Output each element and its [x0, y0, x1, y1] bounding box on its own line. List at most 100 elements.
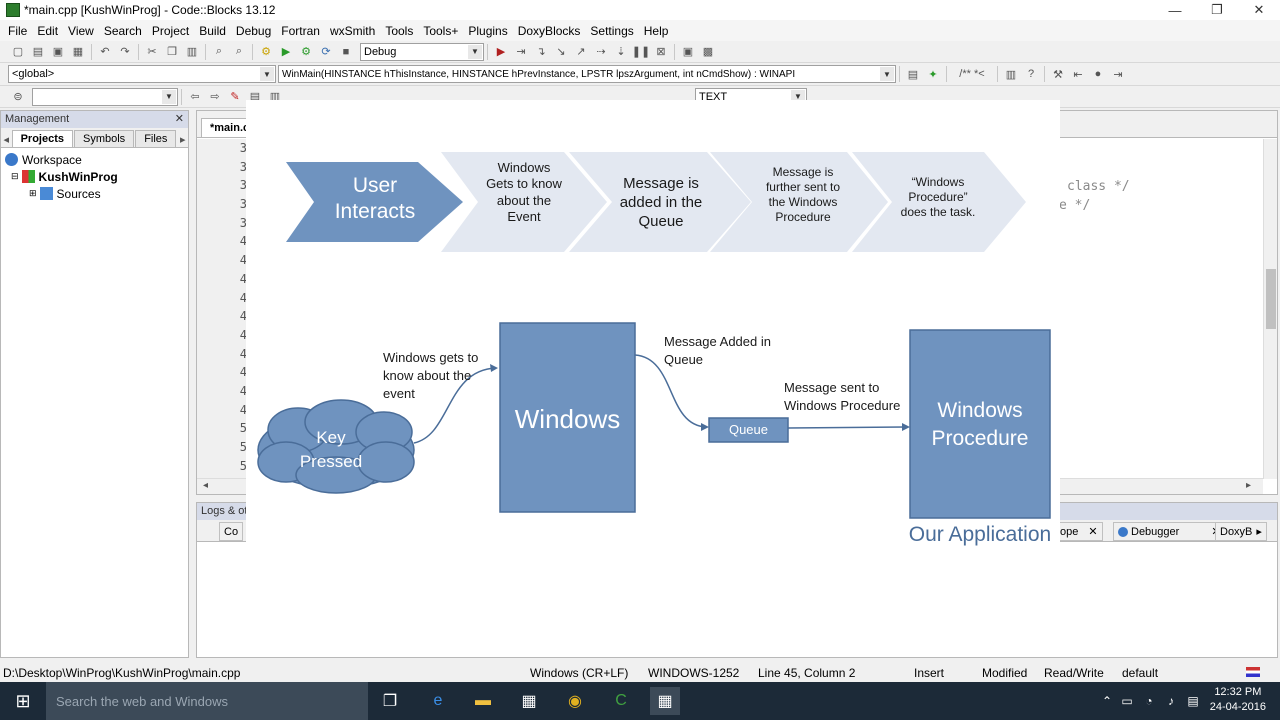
menu-doxyblocks[interactable]: DoxyBlocks: [513, 24, 586, 38]
log-tab-scope[interactable]: ope ✕: [1055, 522, 1103, 541]
status-profile: default: [1122, 666, 1159, 680]
chevron-right-icon[interactable]: ▸: [1256, 525, 1262, 538]
chevron-left-icon[interactable]: ◂: [3, 131, 10, 147]
log-tab-doxyblocks[interactable]: DoxyB ▸: [1215, 522, 1267, 541]
copy-icon[interactable]: ❐: [164, 44, 180, 60]
close-button[interactable]: ✕: [1238, 0, 1280, 20]
menu-search[interactable]: Search: [99, 24, 147, 38]
menu-plugins[interactable]: Plugins: [463, 24, 512, 38]
doc-icon[interactable]: ▥: [1003, 66, 1019, 82]
build-target-select[interactable]: Debug ▼: [360, 42, 484, 61]
nav-forward-icon[interactable]: ⇨: [207, 89, 223, 105]
menu-settings[interactable]: Settings: [585, 24, 638, 38]
next-line-icon[interactable]: ↴: [533, 44, 549, 60]
menu-fortran[interactable]: Fortran: [276, 24, 325, 38]
clock-date: 24-04-2016: [1209, 701, 1266, 713]
various-info-icon[interactable]: ▩: [700, 44, 716, 60]
menu-view[interactable]: View: [63, 24, 99, 38]
scroll-right-icon[interactable]: ▸: [1246, 480, 1251, 491]
status-bar: D:\Desktop\WinProg\KushWinProg\main.cpp …: [0, 662, 1280, 682]
quick-search-input[interactable]: ▼: [32, 87, 178, 106]
comment-block-button[interactable]: /** *<: [952, 66, 992, 82]
log-tab-code[interactable]: Co: [219, 522, 244, 541]
abort-icon[interactable]: ■: [338, 44, 354, 60]
run-icon[interactable]: ▶: [278, 44, 294, 60]
close-icon[interactable]: ✕: [1088, 525, 1097, 538]
maximize-button[interactable]: ❐: [1196, 0, 1238, 20]
label-message-sent: Message sent to Windows Procedure: [784, 380, 901, 413]
expand-icon[interactable]: ⊞: [29, 188, 37, 199]
replace-icon[interactable]: ⌕: [231, 44, 247, 60]
next-instruction-icon[interactable]: ⇢: [593, 44, 609, 60]
highlight-icon[interactable]: ✎: [227, 89, 243, 105]
menu-wxsmith[interactable]: wxSmith: [325, 24, 380, 38]
build-icon[interactable]: ⚙: [258, 44, 274, 60]
jump-icon[interactable]: ✦: [925, 66, 941, 82]
notification-icon[interactable]: ▤: [1178, 687, 1208, 715]
windows-message-flow-diagram: [257, 152, 1051, 519]
function-select[interactable]: WinMain(HINSTANCE hThisInstance, HINSTAN…: [278, 65, 896, 83]
editor-vertical-scrollbar[interactable]: [1263, 139, 1277, 479]
menu-project[interactable]: Project: [147, 24, 194, 38]
step-into-icon[interactable]: ↘: [553, 44, 569, 60]
store-icon[interactable]: ▦: [514, 687, 544, 715]
rebuild-icon[interactable]: ⟳: [318, 44, 334, 60]
scope-select[interactable]: <global> ▼: [8, 65, 276, 83]
open-file-icon[interactable]: ▤: [30, 44, 46, 60]
taskbar-clock[interactable]: 12:32 PM 24-04-2016: [1210, 685, 1266, 715]
scroll-left-icon[interactable]: ◂: [203, 480, 208, 491]
camtasia-icon[interactable]: C: [606, 687, 636, 715]
tab-files[interactable]: Files: [135, 130, 177, 147]
forward-icon[interactable]: ⇥: [1110, 66, 1126, 82]
tree-item-sources[interactable]: ⊞ Sources: [5, 185, 184, 202]
tab-projects[interactable]: Projects: [11, 130, 73, 147]
step-out-icon[interactable]: ↗: [573, 44, 589, 60]
paste-icon[interactable]: ▥: [184, 44, 200, 60]
chevron-right-icon[interactable]: ▸: [179, 131, 186, 147]
undo-icon[interactable]: ↶: [97, 44, 113, 60]
run-to-cursor-icon[interactable]: ⇥: [513, 44, 529, 60]
stop-debug-icon[interactable]: ⊠: [653, 44, 669, 60]
log-tab-debugger[interactable]: Debugger ✕: [1113, 522, 1226, 541]
search-toggle-icon[interactable]: ⊜: [10, 89, 26, 105]
symbol-browser-icon[interactable]: ▤: [905, 66, 921, 82]
save-all-icon[interactable]: ▦: [70, 44, 86, 60]
start-button-windows-icon[interactable]: ⊞: [0, 682, 46, 720]
taskbar-search-input[interactable]: Search the web and Windows: [46, 682, 368, 720]
debug-start-icon[interactable]: ▶: [493, 44, 509, 60]
save-icon[interactable]: ▣: [50, 44, 66, 60]
project-icon: [21, 170, 35, 183]
menu-edit[interactable]: Edit: [32, 24, 63, 38]
pause-icon[interactable]: ❚❚: [632, 44, 650, 60]
build-run-icon[interactable]: ⚙: [298, 44, 314, 60]
tree-item-project[interactable]: ⊟ KushWinProg: [5, 168, 184, 185]
edge-browser-icon[interactable]: e: [423, 687, 453, 715]
redo-icon[interactable]: ↷: [117, 44, 133, 60]
tree-item-workspace[interactable]: Workspace: [5, 151, 184, 168]
menu-tools[interactable]: Tools: [380, 24, 418, 38]
wrench-icon[interactable]: ⚒: [1050, 66, 1066, 82]
bullet-icon[interactable]: ●: [1090, 66, 1106, 82]
cut-icon[interactable]: ✂: [144, 44, 160, 60]
debug-windows-icon[interactable]: ▣: [680, 44, 696, 60]
step-instruction-icon[interactable]: ⇣: [613, 44, 629, 60]
help-doc-icon[interactable]: ?: [1023, 66, 1039, 82]
nav-back-icon[interactable]: ⇦: [187, 89, 203, 105]
file-explorer-icon[interactable]: ▬: [468, 687, 498, 715]
menu-help[interactable]: Help: [639, 24, 674, 38]
menu-debug[interactable]: Debug: [231, 24, 276, 38]
minimize-button[interactable]: —: [1154, 0, 1196, 20]
find-icon[interactable]: ⌕: [211, 44, 227, 60]
chrome-icon[interactable]: ◉: [560, 687, 590, 715]
codeblocks-taskbar-icon[interactable]: ▦: [650, 687, 680, 715]
menu-tools-plus[interactable]: Tools+: [418, 24, 463, 38]
menu-build[interactable]: Build: [194, 24, 231, 38]
tab-symbols[interactable]: Symbols: [74, 130, 135, 147]
close-icon[interactable]: ✕: [175, 112, 184, 125]
menu-file[interactable]: File: [3, 24, 32, 38]
new-file-icon[interactable]: ▢: [10, 44, 26, 60]
back-icon[interactable]: ⇤: [1070, 66, 1086, 82]
scope-value: <global>: [12, 68, 55, 80]
collapse-icon[interactable]: ⊟: [11, 171, 19, 182]
task-view-icon[interactable]: ❐: [375, 687, 405, 715]
